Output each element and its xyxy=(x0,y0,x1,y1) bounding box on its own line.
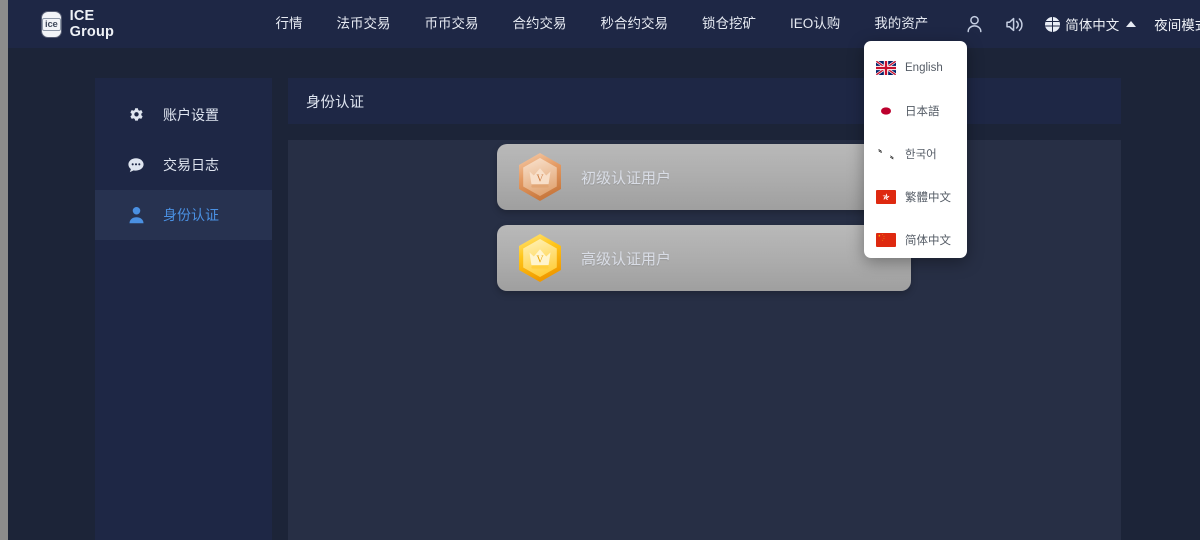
language-option-japanese[interactable]: 日本語 xyxy=(864,89,967,132)
nav-item-second-contract[interactable]: 秒合约交易 xyxy=(584,0,686,48)
page-title-bar: 身份认证 xyxy=(288,78,1121,124)
flag-kr xyxy=(876,146,896,161)
header-right-tools: 简体中文 夜间模式 ✦ xyxy=(955,14,1200,34)
brand-name: ICE Group xyxy=(69,8,115,40)
language-option-simplified-chinese[interactable]: 简体中文 xyxy=(864,218,967,261)
bronze-crown-badge: V xyxy=(513,150,567,204)
nav-item-fiat-trade[interactable]: 法币交易 xyxy=(320,0,408,48)
language-option-korean[interactable]: 한국어 xyxy=(864,132,967,175)
flag-cn xyxy=(876,232,896,247)
sidebar: 账户设置 交易日志 身份认证 xyxy=(95,78,272,540)
caret-up-icon xyxy=(1126,21,1137,27)
flag-uk xyxy=(876,60,896,75)
verification-card-advanced[interactable]: V 高级认证用户 xyxy=(497,225,911,291)
flag-hk xyxy=(876,189,896,204)
main-nav: 行情 法币交易 币币交易 合约交易 秒合约交易 锁仓挖矿 IEO认购 我的资产 xyxy=(259,0,946,48)
top-header: ice ICE Group 行情 法币交易 币币交易 合约交易 秒合约交易 锁仓… xyxy=(8,0,1200,48)
sidebar-item-label-identity-verification: 身份认证 xyxy=(163,207,219,223)
sidebar-item-label-account-settings: 账户设置 xyxy=(163,107,219,123)
language-option-english[interactable]: English xyxy=(864,46,967,89)
gold-crown-badge: V xyxy=(513,231,567,285)
sidebar-item-account-settings[interactable]: 账户设置 xyxy=(95,90,272,140)
nav-item-ieo[interactable]: IEO认购 xyxy=(773,0,857,48)
flag-jp xyxy=(876,103,896,118)
language-option-label-traditional-chinese: 繁體中文 xyxy=(905,191,951,204)
night-mode-label: 夜间模式 xyxy=(1154,18,1200,33)
language-option-label-english: English xyxy=(905,61,943,74)
app-root: ice ICE Group 行情 法币交易 币币交易 合约交易 秒合约交易 锁仓… xyxy=(8,0,1200,540)
sound-icon[interactable] xyxy=(994,16,1035,33)
verification-card-label-primary: 初级认证用户 xyxy=(581,169,672,187)
verification-card-primary[interactable]: V 初级认证用户 xyxy=(497,144,911,210)
nav-item-contract[interactable]: 合约交易 xyxy=(496,0,584,48)
window-left-edge xyxy=(0,0,8,540)
nav-item-staking[interactable]: 锁仓挖矿 xyxy=(685,0,773,48)
chat-icon xyxy=(127,156,145,174)
nav-item-market[interactable]: 行情 xyxy=(259,0,320,48)
brand-mark-icon: ice xyxy=(42,11,61,37)
gear-icon xyxy=(127,106,145,124)
sidebar-item-identity-verification[interactable]: 身份认证 xyxy=(95,190,272,240)
language-option-label-korean: 한국어 xyxy=(905,148,937,161)
globe-icon xyxy=(1045,16,1061,32)
svg-text:V: V xyxy=(536,174,544,185)
nav-item-coin-trade[interactable]: 币币交易 xyxy=(408,0,496,48)
svg-text:V: V xyxy=(536,255,544,266)
user-icon[interactable] xyxy=(955,15,994,33)
page-title: 身份认证 xyxy=(306,94,364,111)
language-option-label-japanese: 日本語 xyxy=(905,105,940,118)
language-option-traditional-chinese[interactable]: 繁體中文 xyxy=(864,175,967,218)
sidebar-item-trade-log[interactable]: 交易日志 xyxy=(95,140,272,190)
language-option-label-simplified-chinese: 简体中文 xyxy=(905,234,951,247)
brand-logo[interactable]: ice ICE Group xyxy=(42,8,121,40)
verification-card-label-advanced: 高级认证用户 xyxy=(581,250,672,268)
person-icon xyxy=(127,206,145,224)
content-panel: V 初级认证用户 V 高级认证用户 xyxy=(288,140,1121,540)
language-dropdown-menu: English 日本語 한국어 繁體中文 简体中文 xyxy=(864,41,967,258)
brand-mark-text: ice xyxy=(42,17,61,31)
sidebar-item-label-trade-log: 交易日志 xyxy=(163,157,219,173)
night-mode-toggle[interactable]: 夜间模式 ✦ xyxy=(1142,14,1200,34)
language-selector-label: 简体中文 xyxy=(1065,18,1120,33)
language-selector[interactable]: 简体中文 xyxy=(1035,14,1142,34)
